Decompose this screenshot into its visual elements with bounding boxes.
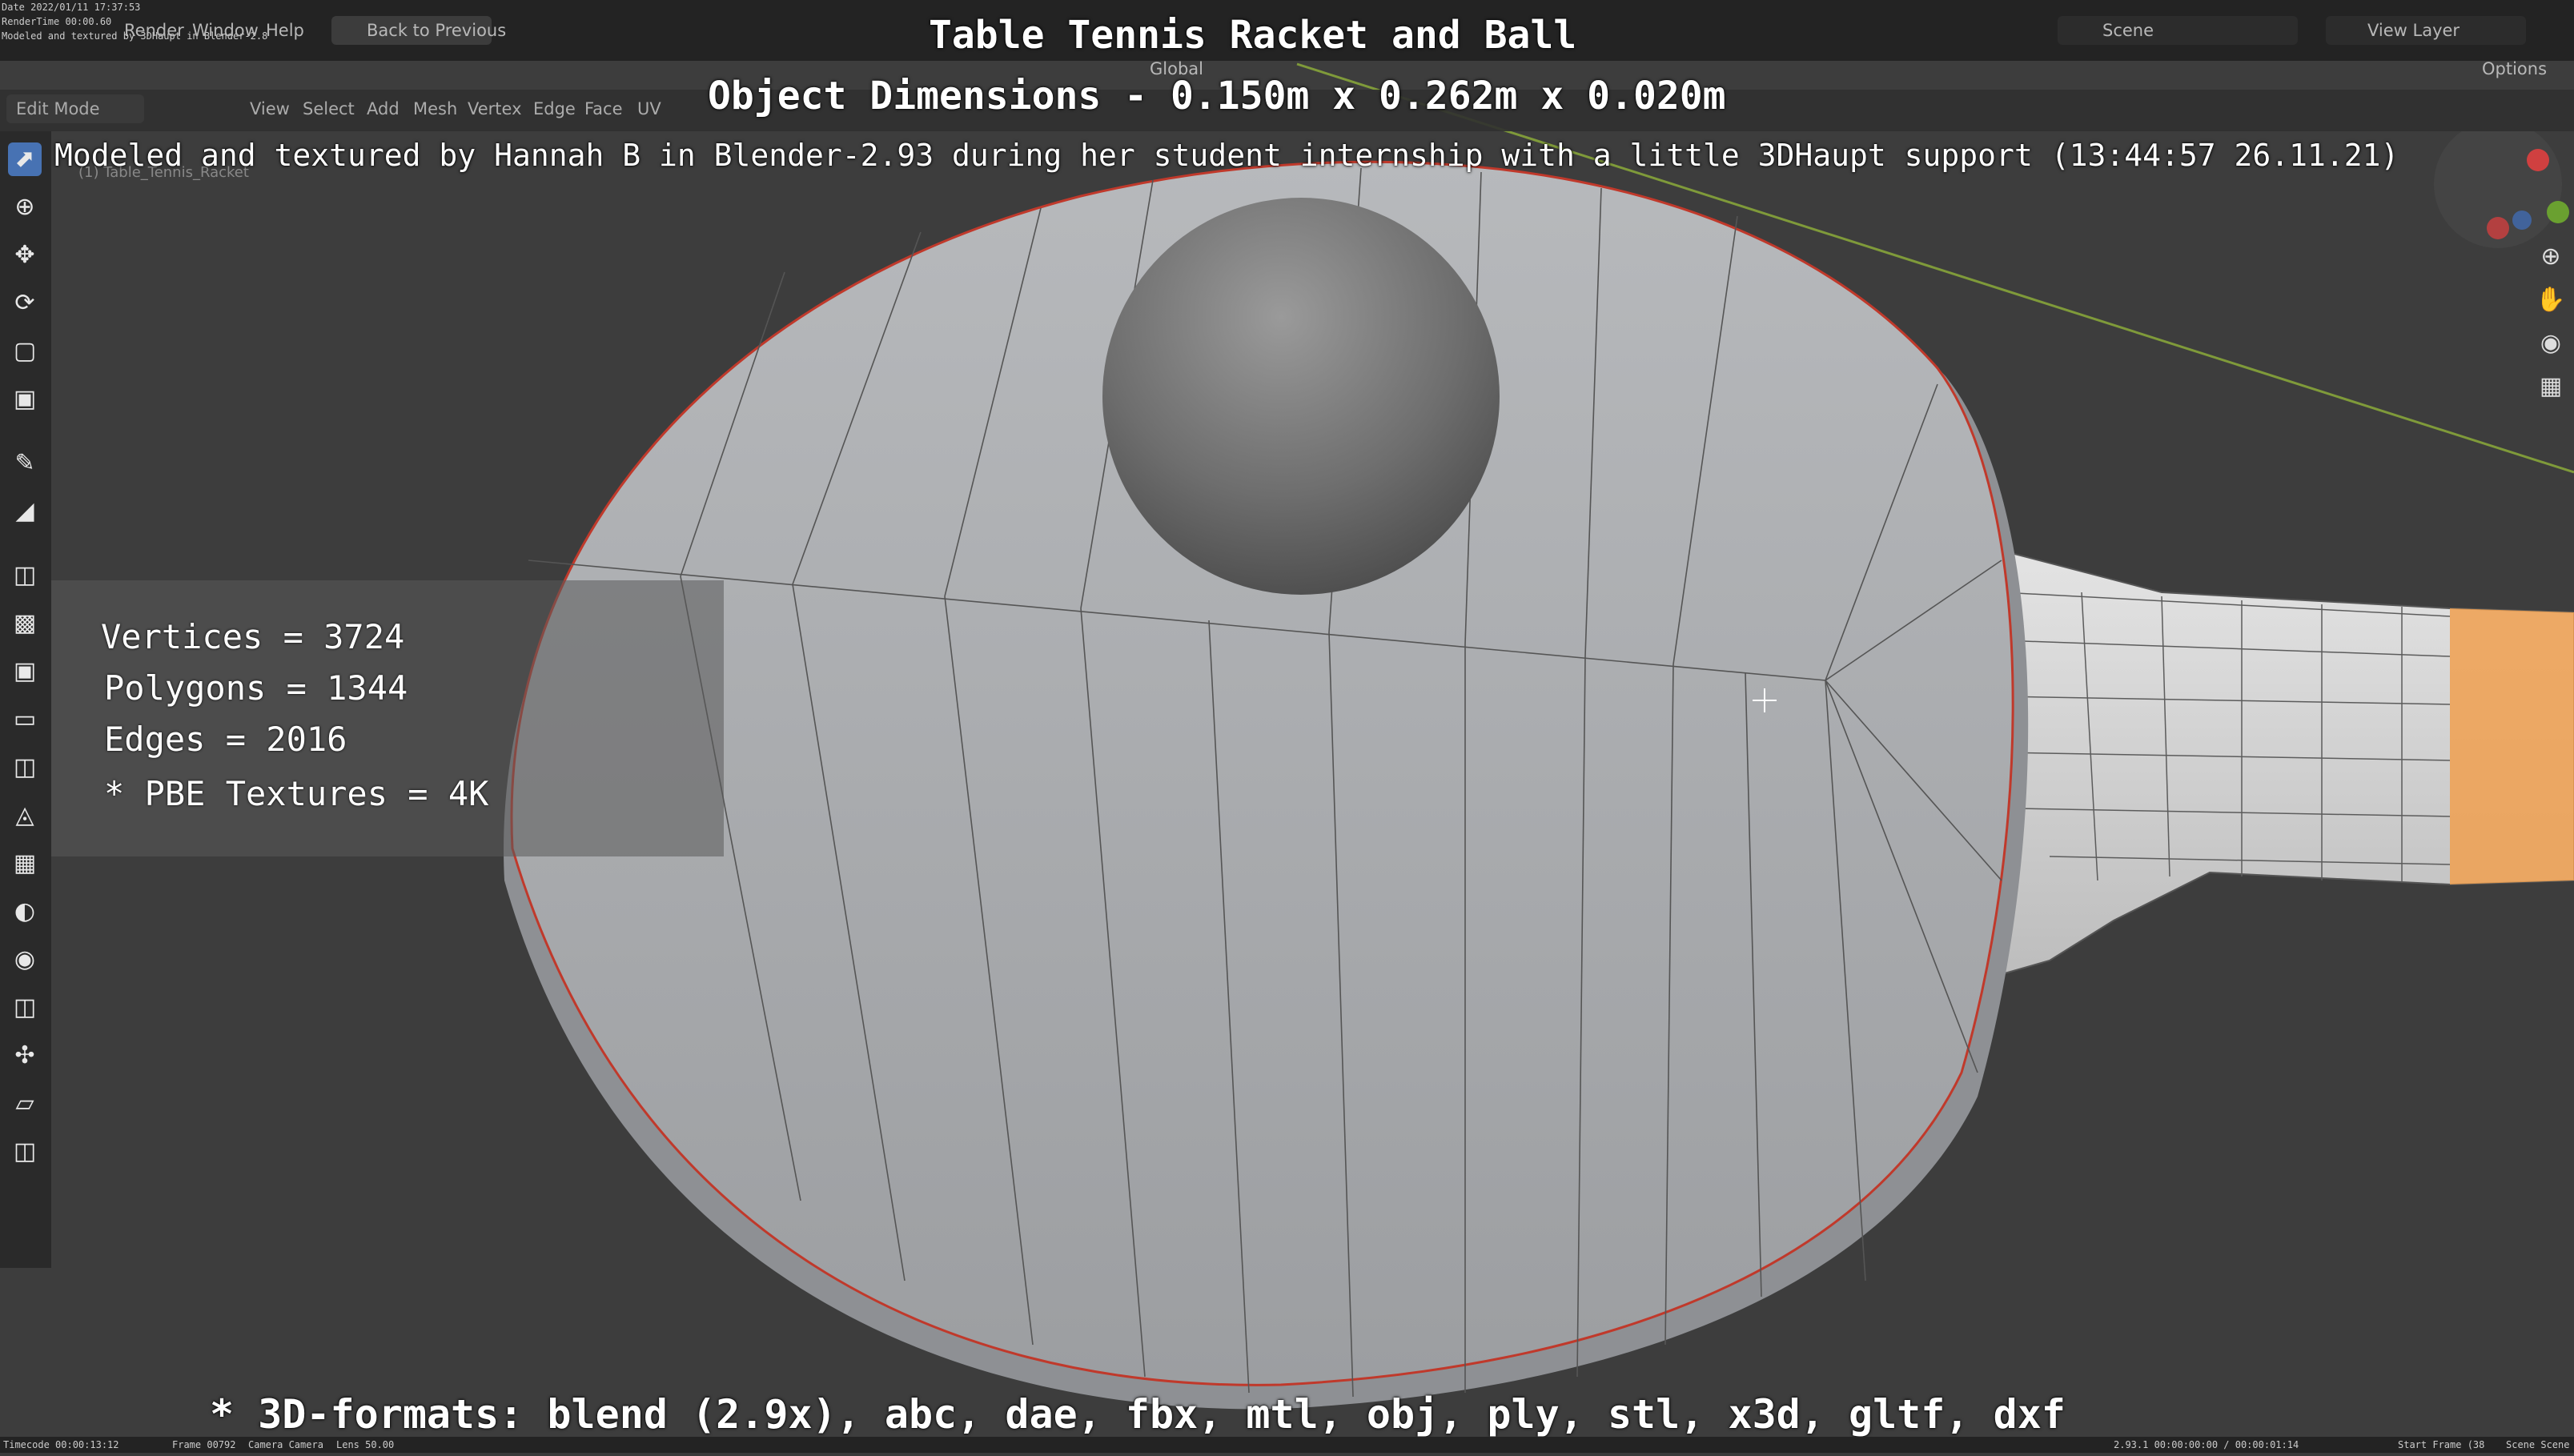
mode-selector[interactable]: Edit Mode	[6, 94, 144, 123]
date-stamp: Date 2022/01/11 17:37:53	[2, 2, 141, 13]
timecode: Timecode 00:00:13:12	[3, 1439, 119, 1450]
edge-slide-tool-icon[interactable]: ◫	[8, 991, 42, 1025]
version-time: 2.93.1 00:00:00:00 / 00:00:01:14	[2114, 1439, 2299, 1450]
back-to-previous-label: Back to Previous	[367, 21, 507, 40]
shear-tool-icon[interactable]: ▱	[8, 1087, 42, 1121]
rip-region-tool-icon[interactable]: ◫	[8, 1135, 42, 1169]
object-dimensions: Object Dimensions - 0.150m x 0.262m x 0.…	[708, 74, 1726, 118]
view-layer-selector[interactable]: View Layer	[2326, 16, 2526, 45]
menu-uv[interactable]: UV	[637, 99, 661, 118]
textures-info: * PBE Textures = 4K	[104, 774, 489, 813]
menu-edge[interactable]: Edge	[533, 99, 576, 118]
menu-face[interactable]: Face	[584, 99, 623, 118]
menu-vertex[interactable]: Vertex	[468, 99, 522, 118]
render-time: RenderTime 00:00.60	[2, 16, 112, 27]
cursor-tool-icon[interactable]: ⊕	[8, 191, 42, 224]
navigation-gizmo	[2434, 120, 2569, 248]
inset-tool-icon[interactable]: ▣	[8, 655, 42, 688]
menu-render[interactable]: Render	[124, 21, 184, 40]
scale-tool-icon[interactable]: ▢	[8, 335, 42, 368]
bevel-tool-icon[interactable]: ▭	[8, 703, 42, 736]
menu-window[interactable]: Window	[192, 21, 259, 40]
credit-line: Modeled and textured by Hannah B in Blen…	[54, 138, 2399, 173]
tool-shelf: ⬈ ⊕ ✥ ⟳ ▢ ▣ ✎ ◢ ◫ ▩ ▣ ▭ ◫ ◬ ▦ ◐ ◉ ◫ ✣ ▱ …	[0, 131, 51, 1268]
viewport-navigation: ⊕ ✋ ◉ ▦	[2529, 232, 2574, 440]
add-cube-tool-icon[interactable]: ◫	[8, 559, 42, 592]
frame-number: Frame 00792	[172, 1439, 236, 1450]
annotate-tool-icon[interactable]: ✎	[8, 447, 42, 480]
rotate-tool-icon[interactable]: ⟳	[8, 287, 42, 320]
edges-count: Edges = 2016	[104, 720, 347, 759]
mode-label: Edit Mode	[16, 99, 100, 118]
transform-tool-icon[interactable]: ▣	[8, 383, 42, 416]
camera-view-icon[interactable]: ◉	[2532, 325, 2569, 362]
options-button[interactable]: Options	[2482, 59, 2547, 78]
move-tool-icon[interactable]: ✥	[8, 239, 42, 272]
scene-name: Scene	[2102, 21, 2154, 40]
formats-line: * 3D-formats: blend (2.9x), abc, dae, fb…	[210, 1391, 2066, 1438]
menu-mesh[interactable]: Mesh	[413, 99, 457, 118]
menu-help[interactable]: Help	[266, 21, 304, 40]
poly-build-tool-icon[interactable]: ▦	[8, 847, 42, 880]
overlay-title: Table Tennis Racket and Ball	[929, 13, 1577, 58]
stats-panel: Vertices = 3724 Polygons = 1344 Edges = …	[51, 580, 724, 856]
zoom-icon[interactable]: ⊕	[2532, 239, 2569, 275]
loop-cut-tool-icon[interactable]: ◫	[8, 751, 42, 784]
polygons-count: Polygons = 1344	[104, 668, 408, 708]
status-bar: Timecode 00:00:13:12 Frame 00792 Camera …	[0, 1437, 2574, 1453]
smooth-tool-icon[interactable]: ◉	[8, 943, 42, 977]
menu-add[interactable]: Add	[367, 99, 400, 118]
perspective-grid-icon[interactable]: ▦	[2532, 368, 2569, 405]
view-layer-name: View Layer	[2367, 21, 2460, 40]
lens-value: Lens 50.00	[336, 1439, 395, 1450]
extrude-tool-icon[interactable]: ▩	[8, 607, 42, 640]
shrink-fatten-tool-icon[interactable]: ✣	[8, 1039, 42, 1073]
table-tennis-ball	[1102, 198, 1500, 595]
pan-hand-icon[interactable]: ✋	[2532, 282, 2569, 319]
select-tool-icon[interactable]: ⬈	[8, 142, 42, 176]
scene-status: Scene Scene	[2506, 1439, 2570, 1450]
camera-name: Camera Camera	[248, 1439, 323, 1450]
handle-selection	[2450, 608, 2574, 884]
menu-select[interactable]: Select	[303, 99, 355, 118]
menu-view[interactable]: View	[250, 99, 290, 118]
scene-selector[interactable]: Scene	[2058, 16, 2298, 45]
measure-tool-icon[interactable]: ◢	[8, 495, 42, 528]
spin-tool-icon[interactable]: ◐	[8, 895, 42, 929]
knife-tool-icon[interactable]: ◬	[8, 799, 42, 832]
vertices-count: Vertices = 3724	[101, 617, 405, 656]
start-frame: Start Frame (38	[2398, 1439, 2485, 1450]
back-to-previous-button[interactable]: Back to Previous	[331, 16, 506, 45]
